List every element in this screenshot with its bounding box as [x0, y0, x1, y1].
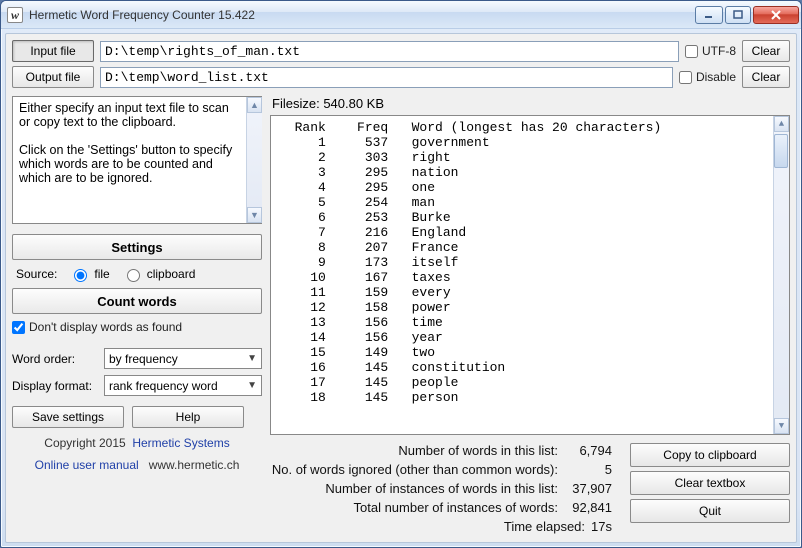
client-area: Input file UTF-8 Clear Output file Disab… [5, 33, 797, 543]
filesize-label: Filesize: [272, 96, 320, 111]
source-label: Source: [16, 267, 57, 281]
window-title: Hermetic Word Frequency Counter 15.422 [29, 8, 695, 22]
output-file-path[interactable] [100, 67, 673, 88]
maximize-button[interactable] [725, 6, 751, 24]
scroll-thumb[interactable] [774, 134, 788, 168]
word-order-label: Word order: [12, 352, 98, 366]
source-file-radio[interactable]: file [69, 266, 109, 282]
titlebar[interactable]: w Hermetic Word Frequency Counter 15.422 [1, 1, 801, 29]
help-scrollbar[interactable]: ▲ ▼ [246, 97, 262, 223]
clear-output-button[interactable]: Clear [742, 66, 790, 88]
display-format-select[interactable]: rank frequency word ▼ [104, 375, 262, 396]
app-window: w Hermetic Word Frequency Counter 15.422… [0, 0, 802, 548]
dont-display-checkbox[interactable]: Don't display words as found [12, 318, 262, 336]
instances-list-value: 37,907 [564, 481, 612, 496]
utf8-checkbox[interactable]: UTF-8 [685, 44, 736, 58]
results-textbox[interactable]: Rank Freq Word (longest has 20 character… [270, 115, 790, 435]
help-button[interactable]: Help [132, 406, 244, 428]
online-manual-link[interactable]: Online user manual [35, 458, 139, 472]
num-words-value: 6,794 [564, 443, 612, 458]
scroll-up-icon[interactable]: ▲ [774, 116, 789, 132]
hermetic-systems-link[interactable]: Hermetic Systems [132, 436, 229, 450]
input-file-button[interactable]: Input file [12, 40, 94, 62]
settings-button[interactable]: Settings [12, 234, 262, 260]
scroll-down-icon[interactable]: ▼ [247, 207, 262, 223]
stats-panel: Number of words in this list:6,794 No. o… [270, 443, 620, 534]
copy-to-clipboard-button[interactable]: Copy to clipboard [630, 443, 790, 467]
display-format-label: Display format: [12, 379, 98, 393]
scroll-down-icon[interactable]: ▼ [774, 418, 789, 434]
source-clipboard-radio[interactable]: clipboard [122, 266, 196, 282]
clear-input-button[interactable]: Clear [742, 40, 790, 62]
save-settings-button[interactable]: Save settings [12, 406, 124, 428]
left-panel: Either specify an input text file to sca… [12, 96, 262, 534]
scroll-up-icon[interactable]: ▲ [247, 97, 262, 113]
help-textbox[interactable]: Either specify an input text file to sca… [12, 96, 262, 224]
quit-button[interactable]: Quit [630, 499, 790, 523]
word-order-select[interactable]: by frequency ▼ [104, 348, 262, 369]
results-scrollbar[interactable]: ▲ ▼ [773, 116, 789, 434]
input-file-path[interactable] [100, 41, 679, 62]
chevron-down-icon: ▼ [247, 380, 257, 391]
app-icon: w [7, 7, 23, 23]
right-panel: Filesize: 540.80 KB Rank Freq Word (long… [270, 96, 790, 534]
elapsed-value: 17s [591, 519, 612, 534]
output-file-button[interactable]: Output file [12, 66, 94, 88]
chevron-down-icon: ▼ [247, 353, 257, 364]
close-button[interactable] [753, 6, 799, 24]
total-instances-value: 92,841 [564, 500, 612, 515]
disable-checkbox[interactable]: Disable [679, 70, 736, 84]
clear-textbox-button[interactable]: Clear textbox [630, 471, 790, 495]
ignored-value: 5 [564, 462, 612, 477]
filesize-value: 540.80 KB [323, 96, 384, 111]
minimize-button[interactable] [695, 6, 723, 24]
count-words-button[interactable]: Count words [12, 288, 262, 314]
